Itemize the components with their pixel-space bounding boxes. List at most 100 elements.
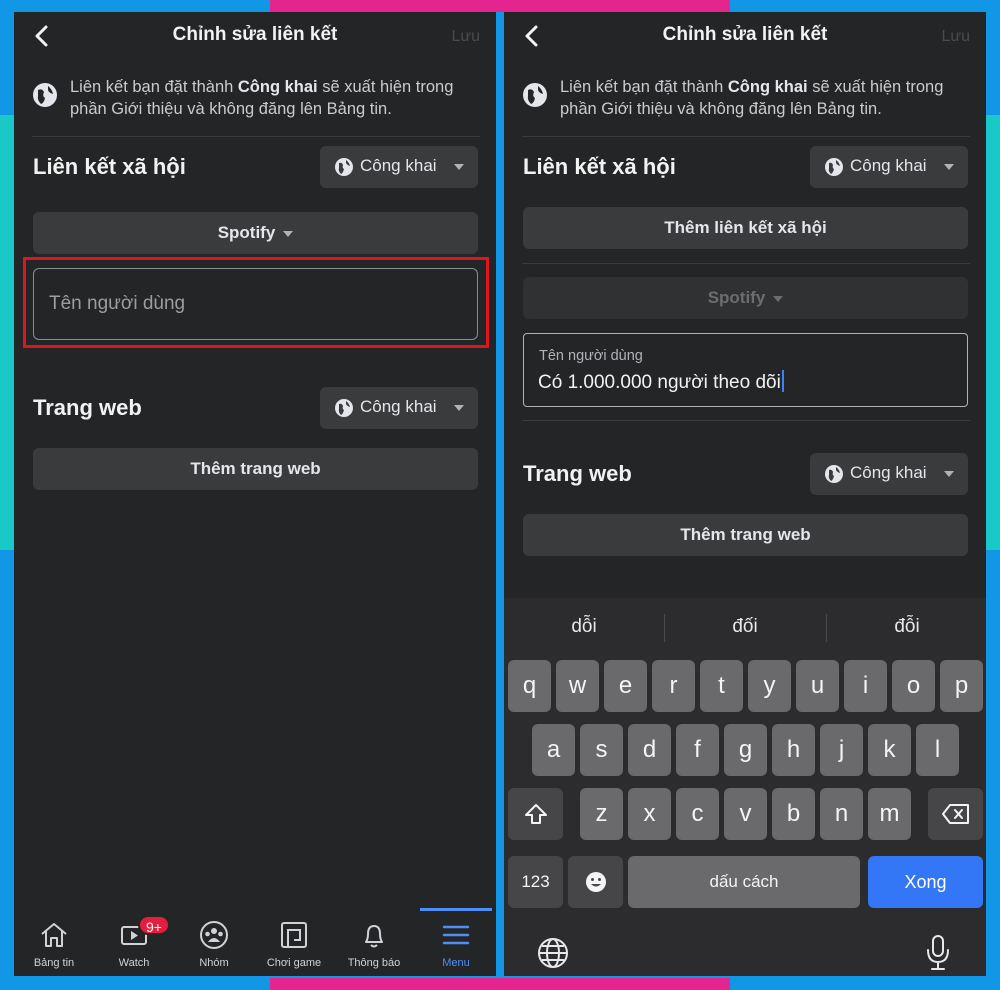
key-v[interactable]: v <box>724 788 767 840</box>
key-b[interactable]: b <box>772 788 815 840</box>
phone-screen-left: Chỉnh sửa liên kết Lưu Liên kết bạn đặt … <box>14 12 496 976</box>
emoji-icon <box>585 872 606 892</box>
key-y[interactable]: y <box>748 660 791 712</box>
tab-bar: Bảng tin 9+ Watch Nhóm Chơi game Thông b… <box>14 908 496 976</box>
backspace-key[interactable] <box>928 788 983 840</box>
social-privacy-selector[interactable]: Công khai <box>810 146 968 188</box>
tab-label: Watch <box>118 957 150 969</box>
gaming-icon <box>281 922 307 948</box>
groups-icon <box>200 921 228 949</box>
tab-label: Thông báo <box>347 957 401 969</box>
globe-icon <box>825 465 843 483</box>
key-u[interactable]: u <box>796 660 839 712</box>
space-key[interactable]: dấu cách <box>628 856 860 908</box>
text-cursor <box>781 370 784 392</box>
key-k[interactable]: k <box>868 724 911 776</box>
key-z[interactable]: z <box>580 788 623 840</box>
key-q[interactable]: q <box>508 660 551 712</box>
decor-bar-right <box>986 115 1000 550</box>
caret-down-icon <box>454 405 464 411</box>
website-privacy-selector[interactable]: Công khai <box>810 453 968 495</box>
social-links-title: Liên kết xã hội <box>33 154 186 179</box>
numbers-key[interactable]: 123 <box>508 856 563 908</box>
key-t[interactable]: t <box>700 660 743 712</box>
tab-label: Bảng tin <box>33 957 75 969</box>
privacy-info: Liên kết bạn đặt thành Công khai sẽ xuất… <box>522 74 970 128</box>
tab-label: Chơi game <box>266 957 322 969</box>
social-privacy-selector[interactable]: Công khai <box>320 146 478 188</box>
add-social-link-button[interactable]: Thêm liên kết xã hội <box>523 207 968 249</box>
suggestion[interactable]: đỗi <box>827 616 986 638</box>
username-label: Tên người dùng <box>539 348 643 364</box>
tab-watch[interactable]: 9+ Watch <box>94 910 174 976</box>
suggestion[interactable]: dỗi <box>504 616 664 638</box>
add-website-button[interactable]: Thêm trang web <box>33 448 478 490</box>
social-links-title: Liên kết xã hội <box>523 154 676 179</box>
key-h[interactable]: h <box>772 724 815 776</box>
key-e[interactable]: e <box>604 660 647 712</box>
globe-icon <box>335 399 353 417</box>
key-r[interactable]: r <box>652 660 695 712</box>
menu-icon <box>442 925 470 945</box>
globe-icon <box>33 83 57 107</box>
platform-label: Spotify <box>217 223 276 242</box>
shift-icon <box>524 804 547 824</box>
platform-selector[interactable]: Spotify <box>33 212 478 254</box>
notification-badge: 9+ <box>138 915 170 935</box>
key-l[interactable]: l <box>916 724 959 776</box>
key-n[interactable]: n <box>820 788 863 840</box>
divider <box>522 263 970 264</box>
nav-bar: Chỉnh sửa liên kết Lưu <box>14 12 496 60</box>
key-i[interactable]: i <box>844 660 887 712</box>
globe-icon <box>523 83 547 107</box>
caret-down-icon <box>283 230 294 237</box>
privacy-label: Công khai <box>360 156 437 175</box>
caret-down-icon <box>944 471 954 477</box>
suggestion[interactable]: đối <box>665 616 825 638</box>
caret-down-icon <box>944 164 954 170</box>
tab-groups[interactable]: Nhóm <box>174 910 254 976</box>
privacy-label: Công khai <box>850 156 927 175</box>
home-icon <box>41 923 67 947</box>
add-website-button[interactable]: Thêm trang web <box>523 514 968 556</box>
save-button[interactable]: Lưu <box>451 28 480 46</box>
key-x[interactable]: x <box>628 788 671 840</box>
key-a[interactable]: a <box>532 724 575 776</box>
platform-selector[interactable]: Spotify <box>523 277 968 319</box>
key-g[interactable]: g <box>724 724 767 776</box>
key-m[interactable]: m <box>868 788 911 840</box>
save-button[interactable]: Lưu <box>941 28 970 46</box>
highlight-box <box>23 257 489 348</box>
emoji-key[interactable] <box>568 856 623 908</box>
active-tab-indicator <box>420 908 492 911</box>
nav-bar: Chỉnh sửa liên kết Lưu <box>504 12 986 60</box>
backspace-icon <box>941 804 969 824</box>
privacy-info-text: Liên kết bạn đặt thành Công khai sẽ xuất… <box>70 78 454 118</box>
tab-menu[interactable]: Menu <box>416 908 496 976</box>
key-s[interactable]: s <box>580 724 623 776</box>
tab-notifications[interactable]: Thông báo <box>334 910 414 976</box>
key-p[interactable]: p <box>940 660 983 712</box>
key-c[interactable]: c <box>676 788 719 840</box>
website-title: Trang web <box>33 395 142 420</box>
key-o[interactable]: o <box>892 660 935 712</box>
key-d[interactable]: d <box>628 724 671 776</box>
microphone-icon[interactable] <box>924 934 952 972</box>
key-j[interactable]: j <box>820 724 863 776</box>
page-title: Chỉnh sửa liên kết <box>172 24 338 45</box>
privacy-info: Liên kết bạn đặt thành Công khai sẽ xuất… <box>32 74 480 128</box>
tab-gaming[interactable]: Chơi game <box>254 910 334 976</box>
done-key[interactable]: Xong <box>868 856 983 908</box>
globe-icon <box>825 158 843 176</box>
website-privacy-selector[interactable]: Công khai <box>320 387 478 429</box>
key-w[interactable]: w <box>556 660 599 712</box>
tab-label: Menu <box>442 957 470 969</box>
tab-home[interactable]: Bảng tin <box>14 910 94 976</box>
key-f[interactable]: f <box>676 724 719 776</box>
shift-key[interactable] <box>508 788 563 840</box>
keyboard: dỗi đối đỗi q w e r t y u i o p a s d f … <box>504 598 986 976</box>
divider <box>522 136 970 137</box>
privacy-label: Công khai <box>850 463 927 482</box>
username-input[interactable]: Tên người dùng Có 1.000.000 người theo d… <box>523 333 968 407</box>
globe-keyboard-icon[interactable] <box>536 936 570 970</box>
